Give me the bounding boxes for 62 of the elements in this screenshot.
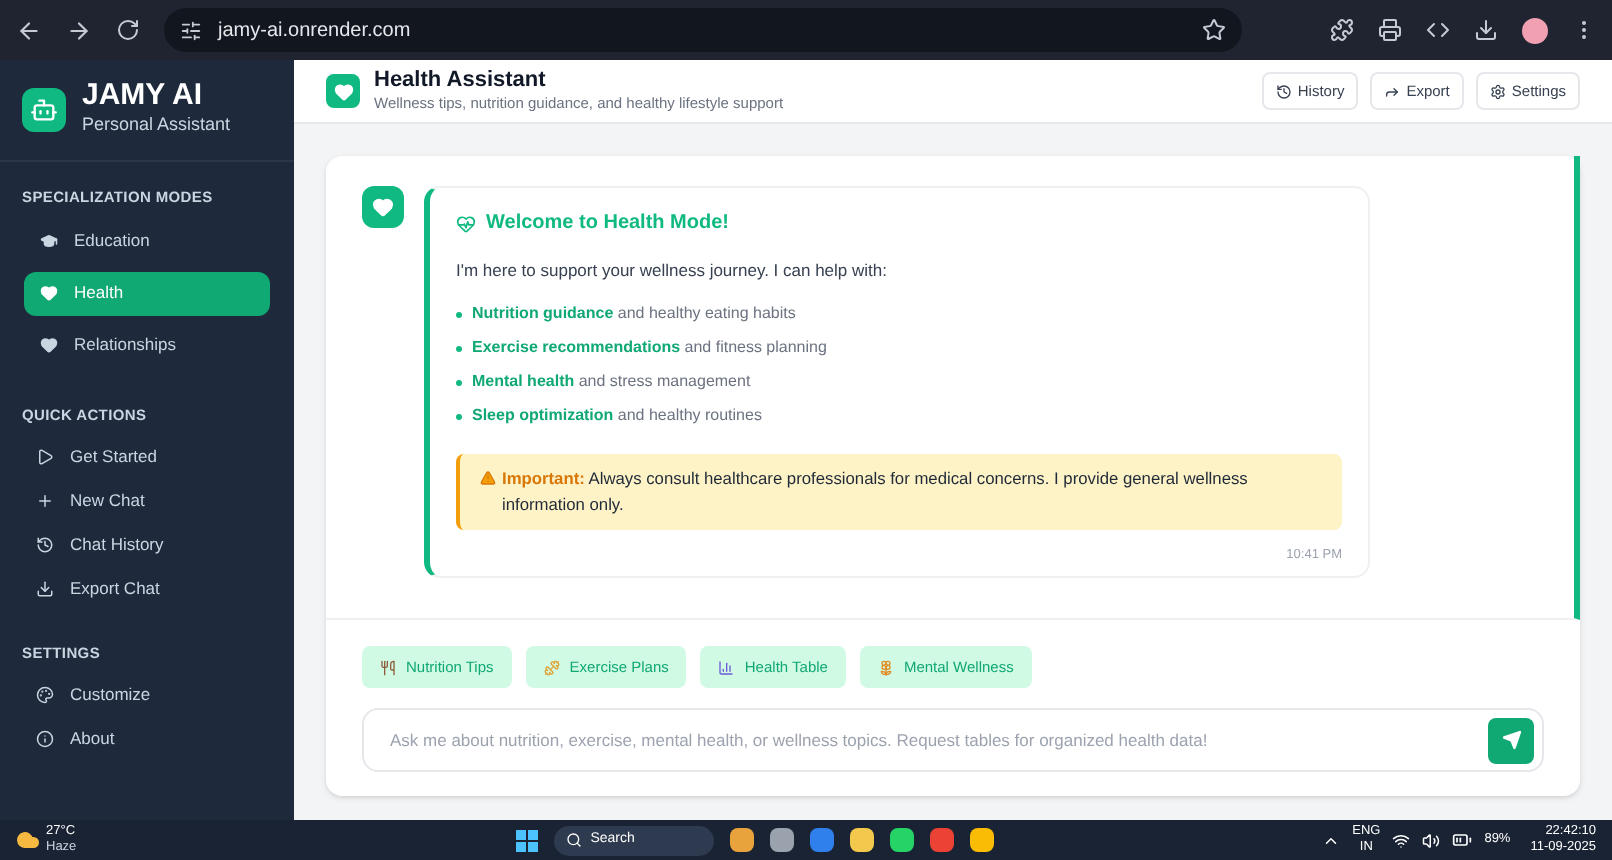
search-icon: [566, 832, 583, 848]
extensions-icon[interactable]: [1330, 18, 1354, 42]
header-title: Health Assistant: [374, 67, 548, 92]
download-icon[interactable]: [1474, 18, 1498, 42]
send-button[interactable]: [1488, 717, 1534, 763]
list-item-text: Mental health and stress management: [472, 370, 751, 395]
message-intro: I'm here to support your wellness journey. I can help with:: [456, 258, 889, 284]
download-icon: [36, 579, 54, 597]
sidebar-item[interactable]: Education: [24, 219, 270, 264]
heart-icon: [40, 336, 58, 355]
sidebar-item[interactable]: New Chat: [24, 478, 270, 522]
robot-logo-icon: [22, 87, 66, 132]
reload-icon[interactable]: [116, 18, 140, 42]
info-icon: [36, 729, 54, 748]
address-bar[interactable]: jamy-ai.onrender.com: [164, 8, 1242, 52]
palette-icon: [36, 685, 54, 704]
bookmark-icon[interactable]: [1202, 18, 1226, 42]
history-icon: [36, 535, 54, 553]
code-icon[interactable]: [1426, 18, 1450, 42]
wifi-icon[interactable]: [1392, 831, 1411, 849]
forward-icon[interactable]: [66, 17, 92, 43]
printer-icon[interactable]: [1378, 18, 1402, 42]
chat-input-field[interactable]: Ask me about nutrition, exercise, mental health, or wellness topics. Request tables for organized health data!: [362, 708, 1544, 772]
brand-name: JAMY AI: [82, 80, 205, 112]
history-icon: [1275, 83, 1292, 99]
send-icon: [1501, 730, 1521, 750]
sidebar-item[interactable]: Customize: [24, 672, 270, 717]
taskbar-app-icon[interactable]: [730, 828, 755, 852]
message-input[interactable]: Ask me about nutrition, exercise, mental health, or wellness topics. Request tables for organized health data!: [390, 727, 1488, 753]
graduation-cap-icon: [40, 232, 58, 251]
site-settings-icon[interactable]: [180, 19, 202, 41]
taskbar-app-icon[interactable]: [810, 828, 835, 852]
forward-arrow-icon: [1384, 83, 1401, 99]
list-item-text: Nutrition guidance and healthy eating habits: [472, 302, 796, 327]
sidebar-item[interactable]: Relationships: [24, 323, 270, 368]
taskbar-app-icon[interactable]: [850, 828, 875, 852]
message-title: Welcome to Health Mode!: [486, 210, 729, 238]
back-icon[interactable]: [16, 17, 42, 43]
sidebar-item[interactable]: About: [24, 716, 270, 761]
warning-text: Important: Always consult healthcare professionals for medical concerns. I provide general wellness information only.: [502, 465, 1250, 518]
windows-start-icon[interactable]: [516, 829, 539, 851]
list-item-text: Sleep optimization and healthy routines: [472, 404, 762, 429]
warning-icon: [480, 469, 496, 486]
utensils-icon: [380, 659, 396, 675]
bar-chart-icon: [718, 659, 735, 675]
sidebar-item[interactable]: Get Started: [24, 434, 270, 478]
flower-icon: [877, 659, 894, 675]
taskbar-app-icon[interactable]: [890, 828, 915, 852]
plus-icon: [36, 491, 54, 509]
battery-icon[interactable]: [1452, 830, 1473, 850]
sidebar-item[interactable]: Chat History: [24, 522, 270, 566]
play-icon: [36, 447, 54, 465]
taskbar-app-icon[interactable]: [770, 828, 795, 852]
profile-avatar[interactable]: [1522, 17, 1548, 43]
url-text: jamy-ai.onrender.com: [218, 17, 411, 45]
list-item-text: Exercise recommendations and fitness planning: [472, 336, 827, 361]
settings-icon: [1489, 83, 1506, 99]
volume-icon[interactable]: [1422, 831, 1441, 849]
weather-icon[interactable]: [16, 828, 40, 852]
taskbar-app-icon[interactable]: [970, 828, 995, 852]
sidebar-item[interactable]: Export Chat: [24, 566, 270, 610]
brand-tagline: Personal Assistant: [82, 112, 231, 138]
